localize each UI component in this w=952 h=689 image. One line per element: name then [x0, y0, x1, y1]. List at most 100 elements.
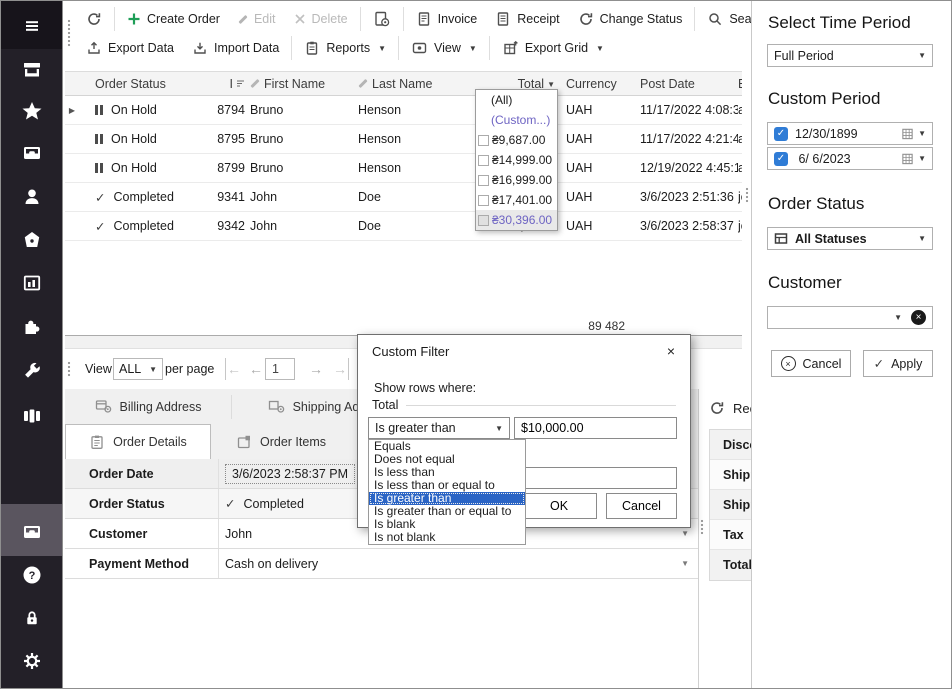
filter-item-custom[interactable]: (Custom...)	[476, 110, 557, 130]
toolbar-row-1: Create Order Edit Delete Invoice Receipt…	[77, 5, 778, 33]
filter-item-value[interactable]: ₴17,401.00	[476, 190, 557, 210]
first-page-button[interactable]: ←	[225, 358, 241, 380]
filters-panel: Select Time Period Full Period ▼ Custom …	[751, 1, 952, 688]
checkbox-icon[interactable]	[478, 135, 489, 146]
cancel-button[interactable]: × Cancel	[771, 350, 851, 377]
filter-item-all[interactable]: (All)	[476, 90, 557, 110]
wrench-icon[interactable]	[20, 359, 44, 383]
filter-value-input[interactable]	[514, 417, 677, 439]
apply-label: Apply	[891, 357, 922, 371]
table-row[interactable]: On Hold 8799 Bruno Henson UAH 12/19/2022…	[65, 154, 742, 183]
statuses-grid-icon	[774, 232, 788, 245]
customer-select[interactable]: ▼ ×	[767, 306, 933, 329]
grid-splitter-grip[interactable]	[745, 187, 749, 203]
checkbox-icon[interactable]	[478, 175, 489, 186]
view-label: View	[434, 41, 461, 55]
export-grid-button[interactable]: Export Grid ▼	[493, 35, 613, 61]
receipt-button[interactable]: Receipt	[486, 6, 568, 32]
last-page-button[interactable]: →	[333, 358, 349, 380]
delete-button[interactable]: Delete	[285, 6, 357, 32]
order-status-select[interactable]: All Statuses ▼	[767, 227, 933, 250]
basket-icon[interactable]	[20, 228, 44, 252]
filter-item-value[interactable]: ₴16,999.00	[476, 170, 557, 190]
star-icon[interactable]	[20, 99, 44, 123]
tab-billing-address[interactable]: Billing Address	[65, 389, 231, 424]
puzzle-icon[interactable]	[20, 315, 44, 339]
filter-value2-input[interactable]	[514, 467, 677, 489]
filter-item-value[interactable]: ₴9,687.00	[476, 130, 557, 150]
cell-id: 9342	[199, 219, 248, 233]
time-period-select[interactable]: Full Period ▼	[767, 44, 933, 67]
operator-option[interactable]: Is not blank	[369, 531, 525, 544]
export-data-button[interactable]: Export Data	[77, 35, 183, 61]
date-to-field[interactable]: ✓ 6/ 6/2023 ▼	[767, 147, 933, 170]
column-header-email[interactable]: Er	[738, 77, 742, 91]
orders-drawer-icon[interactable]	[20, 141, 44, 165]
hamburger-menu-icon[interactable]	[20, 14, 44, 38]
reports-label: Reports	[326, 41, 370, 55]
checkbox-icon[interactable]	[478, 195, 489, 206]
table-row[interactable]: ✓Completed 9342 John Doe ₴16,999.0 UAH 3…	[65, 212, 742, 241]
checkbox-icon[interactable]	[478, 215, 489, 226]
chevron-down-icon[interactable]: ▼	[681, 529, 689, 538]
import-data-button[interactable]: Import Data	[183, 35, 288, 61]
clipboard-view-button[interactable]	[364, 6, 400, 32]
checkbox-checked-icon[interactable]: ✓	[774, 127, 788, 141]
order-date-value[interactable]: 3/6/2023 2:58:37 PM	[225, 464, 355, 484]
ok-button[interactable]: OK	[521, 493, 597, 519]
prev-page-button[interactable]: ←	[249, 358, 263, 380]
column-header-id[interactable]: I	[199, 77, 248, 91]
chevron-down-icon[interactable]: ▼	[918, 129, 926, 138]
refresh-button[interactable]	[77, 6, 111, 32]
column-header-post-date[interactable]: Post Date	[616, 77, 738, 91]
tab-order-items[interactable]: Order Items	[211, 424, 351, 459]
edit-button[interactable]: Edit	[229, 6, 285, 32]
column-header-order-status[interactable]: Order Status	[79, 77, 199, 91]
help-icon[interactable]: ?	[20, 563, 44, 587]
table-row[interactable]: On Hold 8795 Bruno Henson UAH 11/17/2022…	[65, 125, 742, 154]
columns-layout-icon[interactable]	[20, 404, 44, 428]
tab-order-details[interactable]: Order Details	[65, 424, 211, 459]
next-page-button[interactable]: →	[309, 358, 323, 380]
filter-item-value-selected[interactable]: ₴30,396.00	[476, 210, 557, 230]
gear-icon[interactable]	[20, 649, 44, 673]
filter-icon[interactable]: ▼	[547, 80, 555, 89]
table-row[interactable]: ✓Completed 9341 John Doe UAH 3/6/2023 2:…	[65, 183, 742, 212]
orders-active-drawer-icon[interactable]	[20, 520, 44, 544]
filter-item-value[interactable]: ₴14,999.00	[476, 150, 557, 170]
apply-button[interactable]: ✓ Apply	[863, 350, 933, 377]
lock-icon[interactable]	[20, 606, 44, 630]
order-status-value[interactable]: Completed	[243, 497, 303, 511]
dialog-cancel-button[interactable]: Cancel	[606, 493, 677, 519]
column-header-currency[interactable]: Currency	[561, 77, 616, 91]
pager-drag-grip[interactable]	[67, 361, 71, 377]
payment-method-label: Payment Method	[65, 549, 219, 578]
table-row[interactable]: ▶ On Hold 8794 Bruno Henson UAH 11/17/20…	[65, 96, 742, 125]
payment-method-field[interactable]: Cash on delivery▼	[219, 549, 698, 578]
cell-status: Completed	[113, 190, 173, 204]
bottom-pane-splitter[interactable]	[698, 389, 699, 689]
column-header-last-name[interactable]: Last Name	[356, 77, 471, 91]
chevron-down-icon[interactable]: ▼	[918, 154, 926, 163]
column-header-first-name[interactable]: First Name	[248, 77, 356, 91]
page-number-input[interactable]	[265, 358, 295, 380]
bar-chart-icon[interactable]	[20, 271, 44, 295]
clear-icon[interactable]: ×	[911, 310, 926, 325]
toolbar-drag-grip[interactable]	[67, 19, 71, 47]
chevron-down-icon[interactable]: ▼	[681, 559, 689, 568]
reports-button[interactable]: Reports ▼	[295, 35, 395, 61]
page-size-select[interactable]: ALL ▼	[113, 358, 163, 380]
invoice-button[interactable]: Invoice	[407, 6, 487, 32]
create-order-button[interactable]: Create Order	[118, 6, 229, 32]
operator-select[interactable]: Is greater than ▼	[368, 417, 510, 439]
checkbox-checked-icon[interactable]: ✓	[774, 152, 788, 166]
date-from-field[interactable]: ✓ 12/30/1899 ▼	[767, 122, 933, 145]
close-icon[interactable]: ×	[660, 341, 682, 361]
checkbox-icon[interactable]	[478, 155, 489, 166]
change-status-button[interactable]: Change Status	[569, 6, 692, 32]
person-icon[interactable]	[20, 185, 44, 209]
store-icon[interactable]	[20, 58, 44, 82]
bottom-splitter-grip[interactable]	[700, 519, 704, 535]
chevron-down-icon: ▼	[469, 44, 477, 53]
view-button[interactable]: View ▼	[402, 35, 486, 61]
